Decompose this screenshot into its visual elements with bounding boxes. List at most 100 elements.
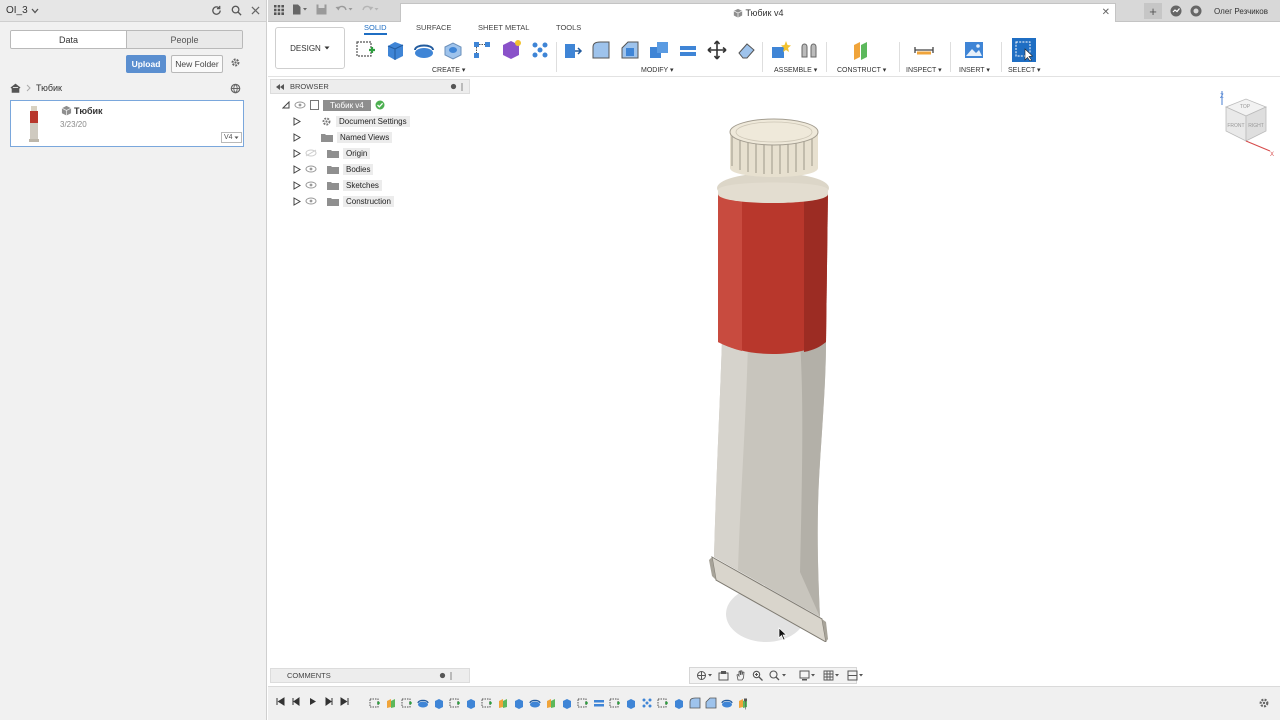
timeline-plane-feature-icon[interactable] [736, 696, 749, 709]
joint-icon[interactable] [797, 38, 821, 62]
fillet-icon[interactable] [589, 38, 613, 62]
breadcrumb-folder[interactable]: Тюбик [36, 83, 62, 93]
play-icon[interactable] [308, 697, 317, 706]
timeline-extrude-feature-icon[interactable] [464, 696, 477, 709]
step-back-icon[interactable] [292, 697, 301, 706]
timeline-extrude-feature-icon[interactable] [560, 696, 573, 709]
new-tab-plus-icon[interactable]: + [1144, 3, 1163, 19]
expand-triangle-icon[interactable] [293, 116, 301, 126]
timeline-settings-gear-icon[interactable] [1258, 697, 1270, 709]
browser-item-construction[interactable]: Construction [293, 194, 394, 208]
step-forward-icon[interactable] [324, 697, 333, 706]
timeline-extrude-feature-icon[interactable] [672, 696, 685, 709]
visibility-eye-icon[interactable] [294, 101, 306, 109]
timeline-sketch-feature-icon[interactable] [656, 696, 669, 709]
press-pull-icon[interactable] [560, 38, 584, 62]
browser-item-origin[interactable]: Origin [293, 146, 371, 160]
timeline-extrude-feature-icon[interactable] [624, 696, 637, 709]
timeline-extrude-feature-icon[interactable] [432, 696, 445, 709]
offset-plane-icon[interactable] [849, 38, 873, 62]
revolve-icon[interactable] [412, 38, 436, 62]
browser-item-bodies[interactable]: Bodies [293, 162, 374, 176]
expand-triangle-icon[interactable] [293, 132, 301, 142]
form-icon[interactable] [499, 38, 523, 62]
timeline-sketch-feature-icon[interactable] [480, 696, 493, 709]
file-menu-icon[interactable] [292, 4, 308, 15]
timeline-chamfer-feature-icon[interactable] [704, 696, 717, 709]
construct-menu[interactable]: CONSTRUCT ▾ [837, 66, 886, 74]
timeline-plane-feature-icon[interactable] [384, 696, 397, 709]
timeline-sketch-feature-icon[interactable] [400, 696, 413, 709]
extrude-icon[interactable] [383, 38, 407, 62]
assemble-menu[interactable]: ASSEMBLE ▾ [774, 66, 817, 74]
timeline-revolve-feature-icon[interactable] [416, 696, 429, 709]
insert-menu[interactable]: INSERT ▾ [959, 66, 990, 74]
undo-icon[interactable] [335, 4, 353, 15]
timeline-fillet-feature-icon[interactable] [688, 696, 701, 709]
new-component-icon[interactable] [768, 38, 792, 62]
look-at-icon[interactable] [718, 670, 729, 681]
select-window-icon[interactable] [1012, 38, 1036, 62]
close-tab-icon[interactable]: ✕ [1102, 7, 1110, 18]
viewcube[interactable]: TOP FRONT RIGHT Z X [1208, 89, 1278, 159]
new-folder-button[interactable]: New Folder [171, 55, 223, 73]
expand-triangle-icon[interactable] [293, 196, 301, 206]
fit-view-icon[interactable] [769, 670, 787, 681]
chamfer-icon[interactable] [618, 38, 642, 62]
project-selector[interactable]: OI_3 [6, 5, 39, 16]
timeline-plane-feature-icon[interactable] [496, 696, 509, 709]
panel-resize-handle-icon[interactable] [461, 82, 464, 91]
timeline-revolve-feature-icon[interactable] [528, 696, 541, 709]
panel-resize-handle-icon[interactable] [450, 671, 453, 680]
file-item[interactable]: Тюбик 3/23/20 V4 [10, 100, 244, 147]
document-tab[interactable]: Тюбик v4 ✕ [400, 3, 1116, 22]
grid-settings-icon[interactable] [823, 670, 841, 681]
tab-surface[interactable]: SURFACE [416, 23, 451, 32]
pattern-icon[interactable] [528, 38, 552, 62]
hole-icon[interactable] [441, 38, 465, 62]
job-status-icon[interactable] [1170, 5, 1182, 17]
move-icon[interactable] [705, 38, 729, 62]
zoom-icon[interactable] [752, 670, 763, 681]
go-to-start-icon[interactable] [276, 697, 285, 706]
tab-tools[interactable]: TOOLS [556, 23, 581, 32]
timeline-extrude-feature-icon[interactable] [512, 696, 525, 709]
globe-icon[interactable] [230, 83, 241, 94]
redo-icon[interactable] [361, 4, 379, 15]
tab-sheet-metal[interactable]: SHEET METAL [478, 23, 529, 32]
user-account-menu[interactable]: Олег Резчиков [1214, 7, 1268, 16]
timeline-sketch-feature-icon[interactable] [368, 696, 381, 709]
select-menu[interactable]: SELECT ▾ [1008, 66, 1041, 74]
insert-image-icon[interactable] [962, 38, 986, 62]
gear-icon[interactable] [230, 57, 241, 68]
timeline-sketch-feature-icon[interactable] [608, 696, 621, 709]
viewports-icon[interactable] [847, 670, 865, 681]
tab-solid[interactable]: SOLID [364, 23, 387, 35]
timeline-sketch-feature-icon[interactable] [576, 696, 589, 709]
pan-hand-icon[interactable] [735, 670, 746, 681]
split-body-icon[interactable] [676, 38, 700, 62]
rectangular-pattern-icon[interactable] [470, 38, 494, 62]
inspect-menu[interactable]: INSPECT ▾ [906, 66, 942, 74]
data-panel-grid-icon[interactable] [274, 4, 284, 15]
tab-people[interactable]: People [127, 31, 242, 48]
collapse-panel-icon[interactable] [276, 83, 284, 90]
browser-item-named-views[interactable]: Named Views [293, 130, 393, 144]
collapse-triangle-icon[interactable] [282, 101, 290, 109]
hidden-eye-icon[interactable] [305, 149, 317, 157]
delete-eraser-icon[interactable] [734, 38, 758, 62]
browser-root-row[interactable]: Тюбик v4 [282, 98, 385, 112]
go-to-end-icon[interactable] [340, 697, 349, 706]
notifications-icon[interactable] [1190, 5, 1202, 17]
expand-triangle-icon[interactable] [293, 148, 301, 158]
timeline-pattern-feature-icon[interactable] [640, 696, 653, 709]
browser-item-document-settings[interactable]: Document Settings [293, 114, 410, 128]
timeline-revolve-feature-icon[interactable] [720, 696, 733, 709]
home-icon[interactable] [10, 83, 21, 93]
combine-icon[interactable] [647, 38, 671, 62]
upload-button[interactable]: Upload [126, 55, 166, 73]
version-badge[interactable]: V4 [221, 132, 242, 143]
browser-item-sketches[interactable]: Sketches [293, 178, 382, 192]
create-sketch-icon[interactable] [354, 38, 378, 62]
comments-add-icon[interactable] [439, 672, 446, 680]
